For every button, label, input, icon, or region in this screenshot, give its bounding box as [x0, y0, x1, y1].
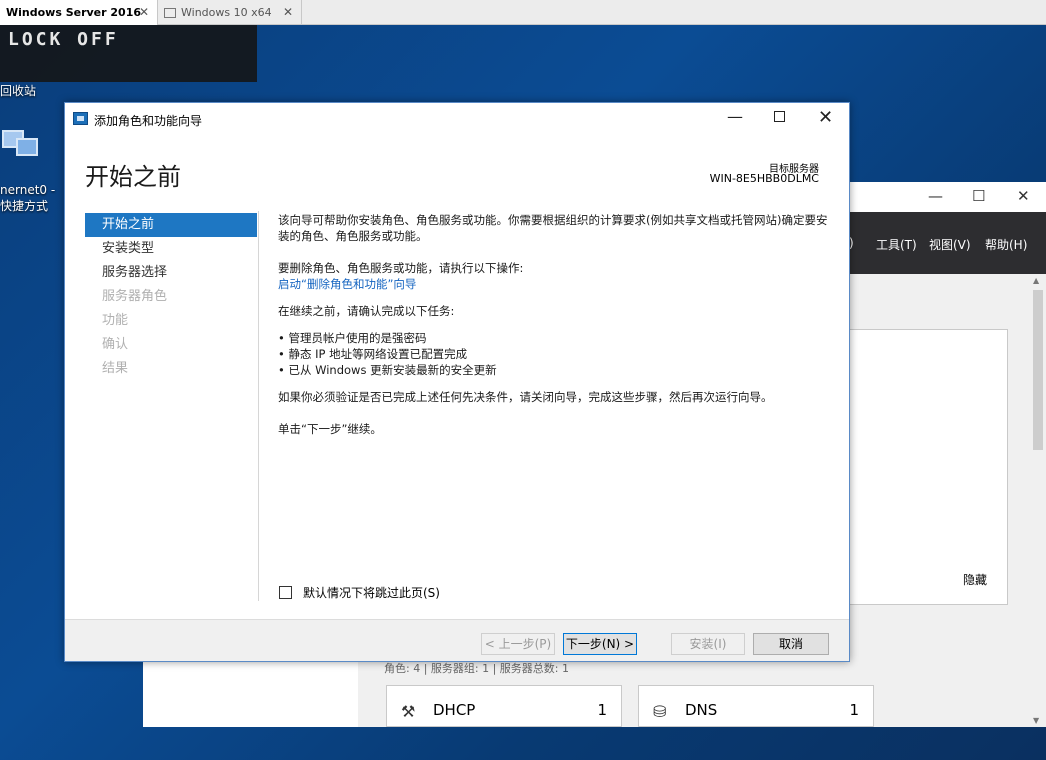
- wizard-content: 该向导可帮助你安装角色、角色服务或功能。你需要根据组织的计算要求(例如共享文档或…: [278, 212, 828, 437]
- previous-button: < 上一步(P): [481, 633, 555, 655]
- cancel-button[interactable]: 取消: [753, 633, 829, 655]
- step-results: 结果: [102, 361, 129, 376]
- step-before-you-begin[interactable]: 开始之前: [85, 213, 257, 237]
- tasks-prompt: 在继续之前，请确认完成以下任务:: [278, 304, 455, 318]
- lock-status-text: LOCK OFF: [8, 29, 119, 50]
- maximize-icon[interactable]: ☐: [972, 187, 985, 205]
- scroll-up-icon[interactable]: ▲: [1033, 276, 1039, 285]
- role-card-dhcp[interactable]: ⚒ DHCP 1: [386, 685, 622, 727]
- network-shortcut-label-2: 快捷方式: [0, 199, 49, 213]
- vm-tab-windows-server-2016[interactable]: Windows Server 2016 ✕: [0, 0, 158, 25]
- left-panel: [143, 662, 358, 727]
- menu-help[interactable]: 帮助(H): [985, 236, 1027, 253]
- vm-icon: [164, 7, 176, 18]
- menu-tools[interactable]: 工具(T): [876, 236, 917, 253]
- remove-roles-link[interactable]: 启动“删除角色和功能”向导: [278, 276, 828, 292]
- role-count: 1: [597, 701, 607, 719]
- intro-text: 该向导可帮助你安装角色、角色服务或功能。你需要根据组织的计算要求(例如共享文档或…: [278, 213, 828, 243]
- server-manager-menubar: ) 工具(T) 视图(V) 帮助(H): [849, 212, 1046, 274]
- close-icon[interactable]: ✕: [1017, 187, 1030, 205]
- close-icon[interactable]: ✕: [139, 5, 149, 19]
- page-title: 开始之前: [85, 163, 181, 191]
- welcome-panel: [850, 329, 1008, 605]
- skip-page-label: 默认情况下将跳过此页(S): [303, 586, 440, 600]
- roles-summary: 角色: 4 | 服务器组: 1 | 服务器总数: 1: [384, 662, 570, 675]
- step-server-roles: 服务器角色: [102, 289, 168, 304]
- menu-view[interactable]: 视图(V): [929, 236, 971, 253]
- wizard-footer: < 上一步(P) 下一步(N) > 安装(I) 取消: [65, 619, 849, 661]
- task-list: 管理员帐户使用的是强密码 静态 IP 地址等网络设置已配置完成 已从 Windo…: [278, 330, 828, 378]
- scrollbar-thumb[interactable]: [1033, 290, 1043, 450]
- role-name: DHCP: [433, 701, 476, 719]
- step-installation-type[interactable]: 安装类型: [85, 237, 257, 261]
- continue-note: 单击“下一步”继续。: [278, 422, 382, 436]
- tools-icon: ⚒: [401, 702, 416, 721]
- scroll-down-icon[interactable]: ▼: [1033, 716, 1039, 725]
- minimize-icon[interactable]: —: [928, 187, 943, 205]
- remove-prompt: 要删除角色、角色服务或功能，请执行以下操作:: [278, 261, 524, 275]
- minimize-icon[interactable]: —: [727, 107, 743, 126]
- close-icon[interactable]: ✕: [283, 5, 293, 19]
- recycle-bin-label: 回收站: [0, 84, 37, 98]
- step-server-selection[interactable]: 服务器选择: [85, 261, 257, 285]
- list-item: 静态 IP 地址等网络设置已配置完成: [278, 346, 828, 362]
- network-shortcut-label: nernet0 -: [0, 183, 56, 197]
- install-button: 安装(I): [671, 633, 745, 655]
- target-server-value: WIN-8E5HBB0DLMC: [709, 172, 819, 185]
- step-confirmation: 确认: [102, 337, 129, 352]
- server-manager-icon: [73, 112, 88, 125]
- role-card-dns[interactable]: ⛁ DNS 1: [638, 685, 874, 727]
- desktop-icon-network-shortcut[interactable]: nernet0 - 快捷方式: [0, 128, 55, 214]
- vm-tab-label: Windows Server 2016: [6, 6, 142, 19]
- vm-tab-label: Windows 10 x64: [181, 6, 272, 19]
- list-item: 已从 Windows 更新安装最新的安全更新: [278, 362, 828, 378]
- role-count: 1: [849, 701, 859, 719]
- desktop-icon-recycle-bin[interactable]: 回收站: [0, 82, 36, 99]
- hide-link[interactable]: 隐藏: [963, 571, 987, 588]
- vm-tab-windows-10[interactable]: Windows 10 x64 ✕: [158, 0, 302, 25]
- network-icon: [2, 128, 42, 160]
- skip-page-checkbox[interactable]: [279, 586, 292, 599]
- skip-page-option[interactable]: 默认情况下将跳过此页(S): [279, 584, 440, 601]
- list-item: 管理员帐户使用的是强密码: [278, 330, 828, 346]
- wizard-step-nav: 开始之前 安装类型 服务器选择 服务器角色 功能 确认 结果: [85, 213, 257, 381]
- prereq-note: 如果你必须验证是否已完成上述任何先决条件，请关闭向导，完成这些步骤，然后再次运行…: [278, 390, 773, 404]
- scrollbar[interactable]: ▲ ▼: [1030, 274, 1046, 727]
- maximize-icon[interactable]: [774, 111, 785, 122]
- lock-overlay: LOCK OFF: [0, 25, 257, 82]
- role-name: DNS: [685, 701, 718, 719]
- divider: [258, 211, 259, 601]
- close-icon[interactable]: ✕: [818, 107, 833, 128]
- step-features: 功能: [102, 313, 129, 328]
- wizard-title: 添加角色和功能向导: [94, 114, 203, 128]
- next-button[interactable]: 下一步(N) >: [563, 633, 637, 655]
- add-roles-wizard-dialog: 添加角色和功能向导 — ✕ 开始之前 目标服务器 WIN-8E5HBB0DLMC…: [64, 102, 850, 662]
- vm-tab-bar: Windows Server 2016 ✕ Windows 10 x64 ✕: [0, 0, 1046, 25]
- wizard-titlebar: 添加角色和功能向导 — ✕: [65, 103, 849, 135]
- dns-icon: ⛁: [653, 702, 667, 721]
